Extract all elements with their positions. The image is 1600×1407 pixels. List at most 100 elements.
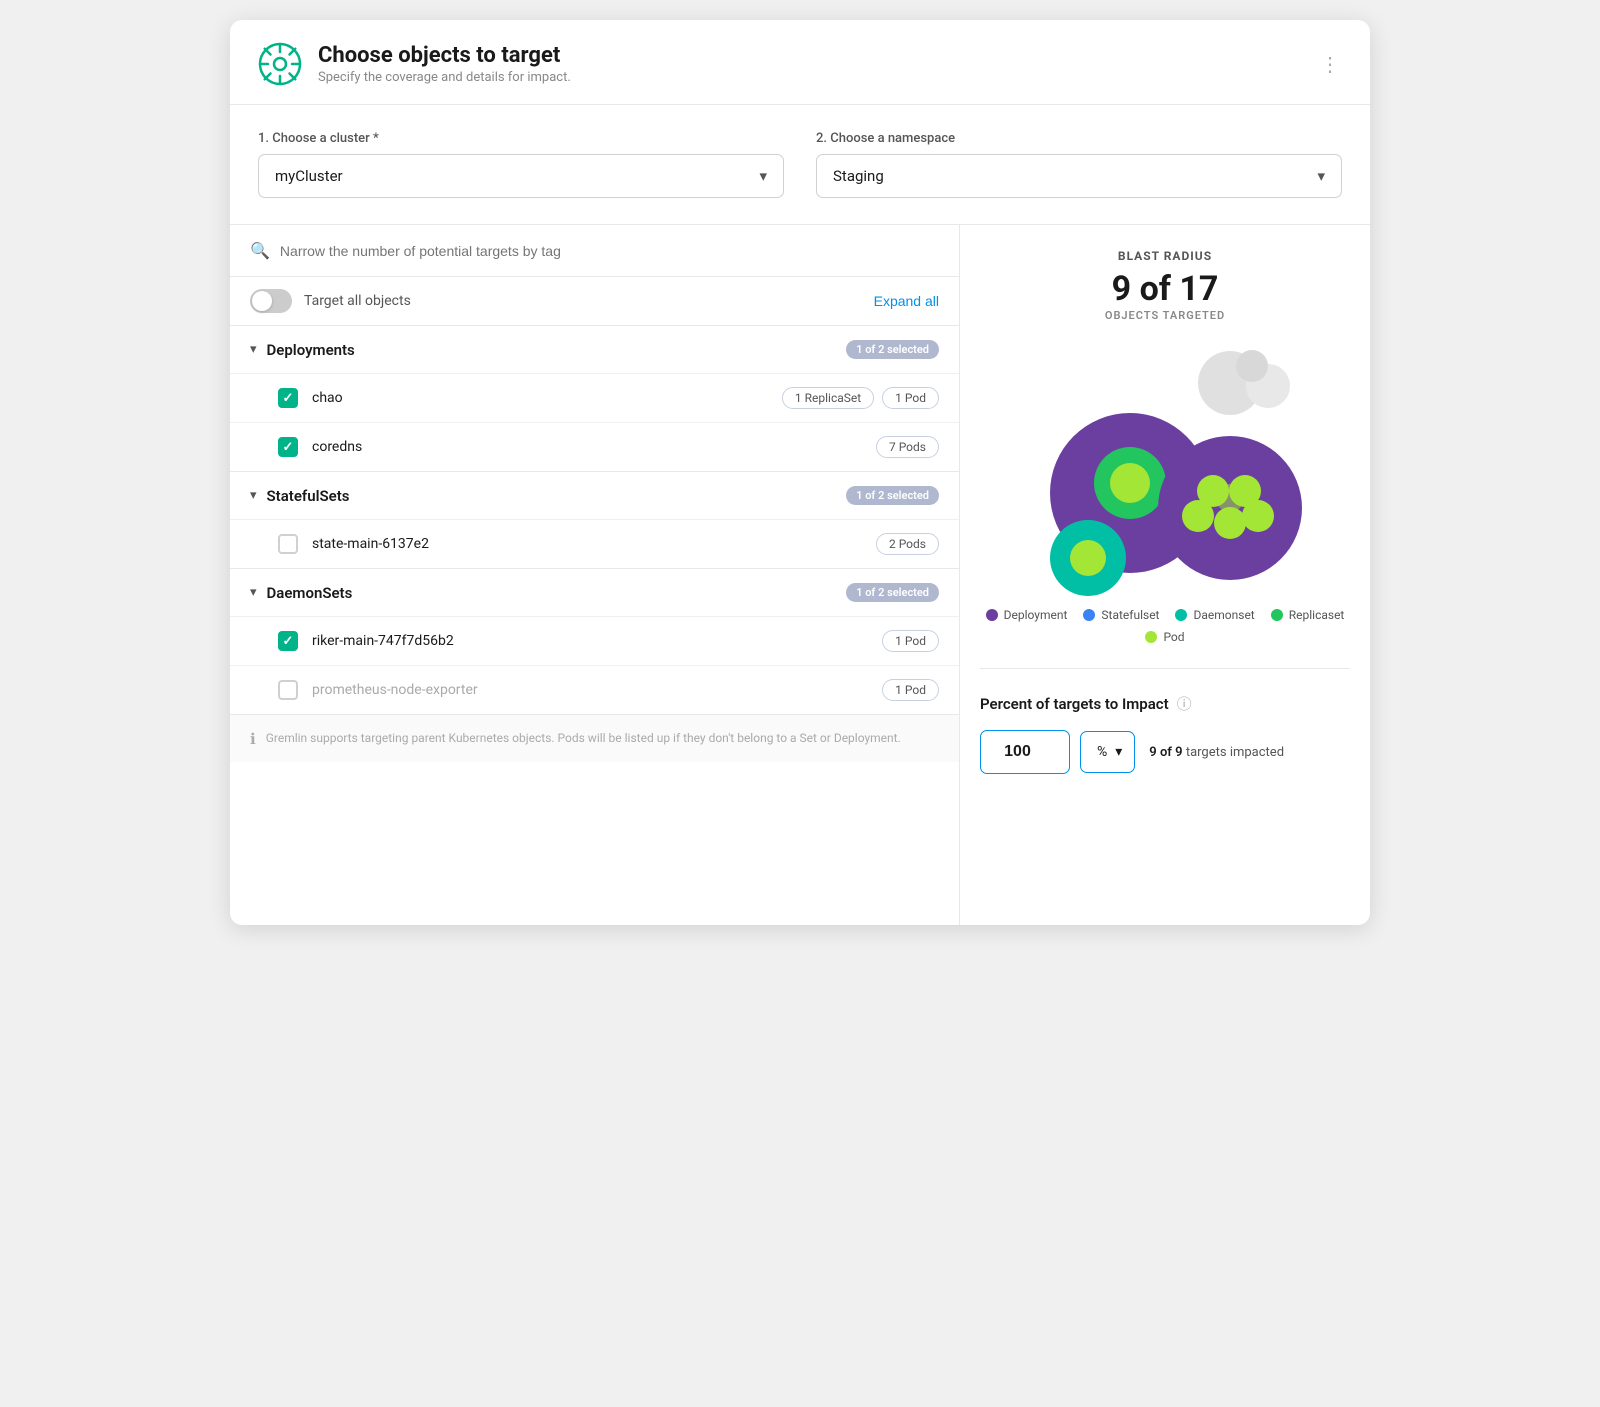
chao-checkbox[interactable] (278, 388, 298, 408)
namespace-dropdown[interactable]: Staging ▾ (816, 154, 1342, 198)
blast-radius-title: BLAST RADIUS (1118, 249, 1212, 263)
prometheus-tags: 1 Pod (882, 679, 939, 701)
search-input[interactable] (280, 243, 939, 259)
deployments-chevron-icon: ▾ (250, 342, 257, 357)
main-content: 🔍 Target all objects Expand all ▾ Deploy… (230, 225, 1370, 925)
state-main-name: state-main-6137e2 (312, 536, 429, 552)
legend-item-statefulset: Statefulset (1083, 608, 1159, 622)
table-row: coredns 7 Pods (230, 422, 959, 471)
state-main-pods-tag: 2 Pods (876, 533, 939, 555)
percent-targets-label: targets impacted (1186, 745, 1284, 760)
chao-tags: 1 ReplicaSet 1 Pod (782, 387, 939, 409)
daemonsets-section: ▾ DaemonSets 1 of 2 selected riker-main-… (230, 569, 959, 715)
percent-header: Percent of targets to Impact ⓘ (980, 693, 1350, 714)
coredns-checkbox[interactable] (278, 437, 298, 457)
table-row: prometheus-node-exporter 1 Pod (230, 665, 959, 714)
section-divider (980, 668, 1350, 669)
cluster-value: myCluster (275, 167, 343, 185)
blast-radius-count: 9 of 17 (1112, 269, 1219, 309)
percent-unit-chevron-icon: ▾ (1115, 744, 1122, 760)
header-text: Choose objects to target Specify the cov… (318, 43, 571, 85)
target-all-row: Target all objects Expand all (230, 277, 959, 326)
target-all-label: Target all objects (304, 293, 411, 309)
legend-item-daemonset: Daemonset (1175, 608, 1254, 622)
target-all-toggle[interactable] (250, 289, 292, 313)
riker-name: riker-main-747f7d56b2 (312, 633, 454, 649)
deployment-legend-dot (986, 609, 998, 621)
namespace-label: 2. Choose a namespace (816, 131, 1342, 146)
namespace-selector-group: 2. Choose a namespace Staging ▾ (816, 131, 1342, 198)
deployments-header[interactable]: ▾ Deployments 1 of 2 selected (230, 326, 959, 373)
info-icon: ℹ (250, 730, 256, 748)
chao-pod-tag: 1 Pod (882, 387, 939, 409)
statefulset-legend-dot (1083, 609, 1095, 621)
item-left: state-main-6137e2 (278, 534, 429, 554)
legend-item-deployment: Deployment (986, 608, 1068, 622)
left-panel: 🔍 Target all objects Expand all ▾ Deploy… (230, 225, 960, 925)
state-main-tags: 2 Pods (876, 533, 939, 555)
target-all-left: Target all objects (250, 289, 411, 313)
coredns-name: coredns (312, 439, 362, 455)
riker-tags: 1 Pod (882, 630, 939, 652)
table-row: riker-main-747f7d56b2 1 Pod (230, 616, 959, 665)
main-window: Choose objects to target Specify the cov… (230, 20, 1370, 925)
blast-radius-section: BLAST RADIUS 9 of 17 OBJECTS TARGETED (980, 249, 1350, 644)
item-left: chao (278, 388, 343, 408)
statefulset-legend-label: Statefulset (1101, 608, 1159, 622)
statefulsets-title: StatefulSets (267, 487, 350, 505)
percent-section: Percent of targets to Impact ⓘ % ▾ 9 of … (980, 693, 1350, 784)
cluster-dropdown[interactable]: myCluster ▾ (258, 154, 784, 198)
percent-targets: 9 of 9 targets impacted (1149, 745, 1284, 760)
legend-item-pod: Pod (1145, 630, 1184, 644)
state-main-checkbox[interactable] (278, 534, 298, 554)
statefulsets-badge: 1 of 2 selected (846, 486, 939, 505)
table-row: chao 1 ReplicaSet 1 Pod (230, 373, 959, 422)
coredns-pods-tag: 7 Pods (876, 436, 939, 458)
footer-note-text: Gremlin supports targeting parent Kubern… (266, 729, 901, 747)
daemonsets-header[interactable]: ▾ DaemonSets 1 of 2 selected (230, 569, 959, 616)
helm-icon (258, 42, 302, 86)
footer-note: ℹ Gremlin supports targeting parent Kube… (230, 715, 959, 762)
header: Choose objects to target Specify the cov… (230, 20, 1370, 105)
riker-pod-tag: 1 Pod (882, 630, 939, 652)
namespace-chevron-icon: ▾ (1317, 167, 1325, 185)
cluster-chevron-icon: ▾ (759, 167, 767, 185)
percent-input[interactable] (980, 730, 1070, 774)
statefulsets-header-left: ▾ StatefulSets (250, 487, 349, 505)
percent-unit-value: % (1097, 744, 1107, 760)
selectors-row: 1. Choose a cluster * myCluster ▾ 2. Cho… (230, 105, 1370, 225)
percent-targets-count: 9 of 9 (1149, 745, 1182, 760)
daemonset-legend-dot (1175, 609, 1187, 621)
chao-replicaset-tag: 1 ReplicaSet (782, 387, 874, 409)
item-left: prometheus-node-exporter (278, 680, 478, 700)
right-panel: BLAST RADIUS 9 of 17 OBJECTS TARGETED (960, 225, 1370, 925)
search-icon: 🔍 (250, 241, 270, 260)
legend-item-replicaset: Replicaset (1271, 608, 1345, 622)
header-menu-button[interactable]: ⋮ (1320, 52, 1342, 76)
cluster-label: 1. Choose a cluster * (258, 131, 784, 146)
namespace-value: Staging (833, 167, 884, 185)
deployments-badge: 1 of 2 selected (846, 340, 939, 359)
table-row: state-main-6137e2 2 Pods (230, 519, 959, 568)
cluster-selector-group: 1. Choose a cluster * myCluster ▾ (258, 131, 784, 198)
expand-all-button[interactable]: Expand all (874, 293, 939, 309)
chao-name: chao (312, 390, 343, 406)
legend: Deployment Statefulset Daemonset Replica… (980, 608, 1350, 644)
percent-title: Percent of targets to Impact (980, 695, 1169, 713)
deployments-title: Deployments (267, 341, 355, 359)
daemonsets-header-left: ▾ DaemonSets (250, 584, 352, 602)
pod-legend-label: Pod (1163, 630, 1184, 644)
item-left: coredns (278, 437, 362, 457)
percent-info-icon[interactable]: ⓘ (1177, 693, 1192, 714)
page-subtitle: Specify the coverage and details for imp… (318, 70, 571, 85)
pod-legend-dot (1145, 631, 1157, 643)
page-title: Choose objects to target (318, 43, 571, 68)
percent-unit-select[interactable]: % ▾ (1080, 731, 1135, 773)
riker-checkbox[interactable] (278, 631, 298, 651)
statefulsets-header[interactable]: ▾ StatefulSets 1 of 2 selected (230, 472, 959, 519)
prometheus-checkbox[interactable] (278, 680, 298, 700)
percent-input-row: % ▾ 9 of 9 targets impacted (980, 730, 1350, 774)
blast-radius-label: OBJECTS TARGETED (1105, 309, 1225, 322)
daemonset-legend-label: Daemonset (1193, 608, 1254, 622)
daemonsets-chevron-icon: ▾ (250, 585, 257, 600)
